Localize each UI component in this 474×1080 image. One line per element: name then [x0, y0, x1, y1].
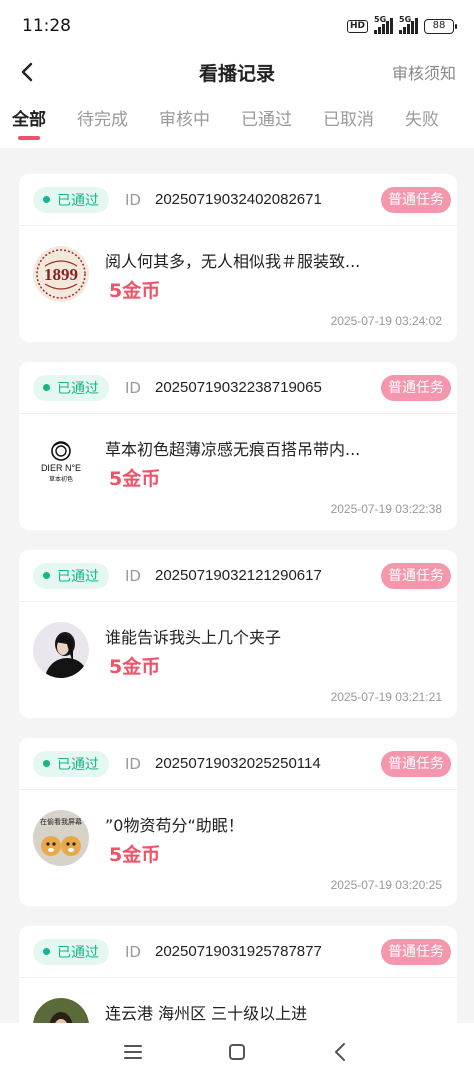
reward-coins: 5金币	[109, 656, 161, 678]
status-bar: 11:28 HD 5G 5G 88	[0, 0, 474, 52]
tab-cancelled[interactable]: 已取消	[323, 105, 374, 136]
task-type-badge: 普通任务	[381, 939, 451, 965]
record-body: 在偷看我屏幕 ”0物资苟分“助眠！ 5金币 2025-07-19 03:20:2…	[19, 790, 457, 906]
record-time: 2025-07-19 03:20:25	[330, 878, 442, 892]
record-id: 20250719032402082671	[154, 191, 322, 208]
status-dot-icon	[43, 196, 50, 203]
id-label: ID	[125, 754, 141, 773]
thumbnail-avatar-photo	[33, 622, 89, 678]
signal-icon-1: 5G	[374, 15, 393, 34]
back-arrow-icon[interactable]	[14, 58, 42, 86]
tab-pending[interactable]: 待完成	[77, 105, 128, 136]
task-type-badge: 普通任务	[381, 375, 451, 401]
home-icon[interactable]	[225, 1040, 249, 1064]
system-nav-bar	[0, 1023, 474, 1080]
status-badge: 已通过	[33, 938, 109, 965]
thumbnail-dogs-image: 在偷看我屏幕	[33, 810, 89, 866]
review-rules-link[interactable]: 审核须知	[392, 60, 456, 84]
record-body: 谁能告诉我头上几个夹子 5金币 2025-07-19 03:21:21	[19, 602, 457, 718]
reward-coins: 5金币	[109, 844, 161, 866]
signal-icon-2: 5G	[399, 15, 418, 34]
status-dot-icon	[43, 760, 50, 767]
svg-text:1899: 1899	[44, 265, 78, 284]
svg-text:在偷看我屏幕: 在偷看我屏幕	[40, 817, 82, 826]
status-dot-icon	[43, 572, 50, 579]
record-title: ”0物资苟分“助眠！	[105, 816, 244, 835]
record-header: 已通过 ID 20250719032121290617 普通任务	[19, 550, 457, 602]
status-dot-icon	[43, 948, 50, 955]
record-list: 已通过 ID 20250719032402082671 普通任务 1899 阅人…	[19, 174, 457, 1080]
thumbnail-1899-logo: 1899	[33, 246, 89, 302]
top-area: 11:28 HD 5G 5G 88 看播记录 审核须知 全部 待完成 审核中 已…	[0, 0, 474, 148]
record-title: 连云港 海州区 三十级以上进	[105, 1004, 308, 1023]
record-title: 草本初色超薄凉感无痕百搭吊带内...	[105, 440, 361, 459]
record-header: 已通过 ID 20250719031925787877 普通任务	[19, 926, 457, 978]
status-label: 已通过	[57, 380, 99, 397]
id-label: ID	[125, 190, 141, 209]
status-label: 已通过	[57, 568, 99, 585]
status-time: 11:28	[22, 16, 71, 36]
status-label: 已通过	[57, 944, 99, 961]
record-id: 20250719032238719065	[154, 379, 322, 396]
status-badge: 已通过	[33, 562, 109, 589]
id-label: ID	[125, 942, 141, 961]
record-body: DIER N°E 草本初色 草本初色超薄凉感无痕百搭吊带内... 5金币 202…	[19, 414, 457, 530]
tab-reviewing[interactable]: 审核中	[159, 105, 210, 136]
svg-text:草本初色: 草本初色	[49, 475, 73, 483]
back-icon[interactable]	[329, 1040, 353, 1064]
reward-coins: 5金币	[109, 468, 161, 490]
record-id: 20250719032025250114	[154, 755, 321, 772]
tab-all[interactable]: 全部	[12, 105, 46, 136]
page-title: 看播记录	[198, 62, 275, 85]
record-title: 谁能告诉我头上几个夹子	[105, 628, 282, 647]
record-card[interactable]: 已通过 ID 20250719032402082671 普通任务 1899 阅人…	[19, 174, 457, 342]
record-card[interactable]: 已通过 ID 20250719032238719065 普通任务 DIER N°…	[19, 362, 457, 530]
thumbnail-brand-logo: DIER N°E 草本初色	[33, 434, 89, 490]
id-label: ID	[125, 378, 141, 397]
nav-bar: 看播记录 审核须知	[0, 52, 474, 92]
status-badge: 已通过	[33, 374, 109, 401]
status-tabs: 全部 待完成 审核中 已通过 已取消 失败	[0, 92, 474, 148]
record-time: 2025-07-19 03:21:21	[330, 690, 442, 704]
record-title: 阅人何其多，无人相似我＃服装致...	[105, 252, 361, 271]
menu-icon[interactable]	[121, 1040, 145, 1064]
status-label: 已通过	[57, 192, 99, 209]
task-type-badge: 普通任务	[381, 187, 451, 213]
status-icons: HD 5G 5G 88	[346, 15, 457, 34]
record-header: 已通过 ID 20250719032025250114 普通任务	[19, 738, 457, 790]
reward-coins: 5金币	[109, 280, 161, 302]
status-badge: 已通过	[33, 186, 109, 213]
svg-text:DIER N°E: DIER N°E	[41, 463, 81, 473]
tab-passed[interactable]: 已通过	[241, 105, 292, 136]
id-label: ID	[125, 566, 141, 585]
battery-icon: 88	[424, 18, 457, 34]
record-time: 2025-07-19 03:24:02	[330, 314, 442, 328]
status-dot-icon	[43, 384, 50, 391]
record-header: 已通过 ID 20250719032238719065 普通任务	[19, 362, 457, 414]
hd-icon: HD	[346, 19, 368, 33]
tab-failed[interactable]: 失败	[405, 105, 439, 136]
task-type-badge: 普通任务	[381, 563, 451, 589]
record-id: 20250719032121290617	[154, 567, 322, 584]
record-body: 1899 阅人何其多，无人相似我＃服装致... 5金币 2025-07-19 0…	[19, 226, 457, 342]
record-card[interactable]: 已通过 ID 20250719032121290617 普通任务 谁能告诉我头上…	[19, 550, 457, 718]
status-label: 已通过	[57, 756, 99, 773]
record-card[interactable]: 已通过 ID 20250719032025250114 普通任务 在偷看我屏幕	[19, 738, 457, 906]
task-type-badge: 普通任务	[381, 751, 451, 777]
record-time: 2025-07-19 03:22:38	[330, 502, 442, 516]
record-id: 20250719031925787877	[154, 943, 322, 960]
status-badge: 已通过	[33, 750, 109, 777]
record-header: 已通过 ID 20250719032402082671 普通任务	[19, 174, 457, 226]
